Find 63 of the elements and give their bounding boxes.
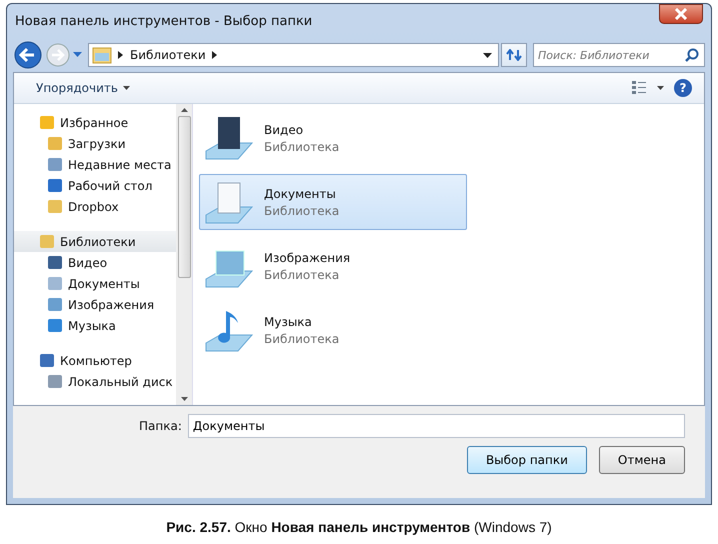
sidebar-item[interactable]: Библиотеки (14, 231, 176, 252)
sidebar-label: Локальный диск (68, 374, 173, 388)
sidebar-item[interactable]: Dropbox (14, 196, 176, 217)
sidebar-item[interactable]: Загрузки (14, 133, 176, 154)
sidebar-label: Рабочий стол (68, 178, 152, 192)
library-type: Библиотека (264, 204, 340, 218)
view-options-icon[interactable] (631, 80, 647, 96)
sidebar-label: Музыка (68, 318, 116, 332)
sidebar-item[interactable]: Рабочий стол (14, 175, 176, 196)
sidebar-label: Компьютер (60, 354, 132, 368)
sidebar-item[interactable]: Изображения (14, 294, 176, 315)
dropdown-icon[interactable] (657, 86, 664, 90)
sidebar-label: Изображения (68, 298, 154, 312)
close-button[interactable] (659, 4, 703, 24)
sidebar-label: Загрузки (68, 136, 126, 150)
scroll-up-icon[interactable] (180, 108, 188, 112)
library-name: Музыка (264, 314, 313, 328)
help-button[interactable]: ? (674, 79, 692, 97)
library-type: Библиотека (264, 268, 340, 282)
sidebar-label: Dropbox (68, 200, 119, 214)
close-icon (674, 8, 688, 20)
library-name: Изображения (264, 250, 350, 264)
sidebar-label: Избранное (60, 116, 128, 130)
library-name: Видео (264, 122, 304, 136)
dropdown-icon[interactable] (483, 52, 492, 58)
video-library-icon (204, 115, 254, 161)
search-field[interactable]: Поиск: Библиотеки (533, 43, 705, 67)
library-type: Библиотека (264, 332, 340, 346)
sidebar-label: Видео (68, 256, 108, 270)
library-item[interactable]: Документы Библиотека (199, 174, 467, 230)
library-item[interactable]: Видео Библиотека (199, 110, 467, 166)
dialog-button[interactable]: Выбор папки (466, 446, 587, 474)
sidebar-item[interactable]: Компьютер (14, 350, 176, 371)
scrollbar[interactable] (176, 104, 192, 405)
folder-label: Папка: (139, 419, 182, 433)
chevron-icon (212, 51, 218, 59)
sidebar-item[interactable]: Недавние места (14, 154, 176, 175)
dialog-button[interactable]: Отмена (598, 446, 685, 474)
sidebar-item[interactable]: Музыка (14, 315, 176, 336)
back-icon[interactable] (13, 40, 43, 70)
folder-name-field[interactable]: Документы (188, 414, 685, 438)
library-name: Документы (264, 186, 337, 200)
organize-menu-button[interactable]: Упорядочить (30, 79, 136, 97)
refresh-button[interactable] (501, 43, 527, 67)
sidebar-label: Документы (68, 276, 140, 290)
window-title: Новая панель инструментов - Выбор папки (15, 14, 314, 28)
search-icon (685, 48, 699, 62)
library-item[interactable]: Изображения Библиотека (199, 238, 467, 294)
sidebar-label: Библиотеки (60, 234, 136, 248)
refresh-arrows-icon (506, 49, 522, 61)
sidebar-item[interactable]: Избранное (14, 112, 176, 133)
library-item[interactable]: Музыка Библиотека (199, 302, 467, 358)
scroll-down-icon[interactable] (180, 397, 188, 401)
caret-icon (122, 86, 130, 90)
address-field[interactable]: Библиотеки (88, 43, 499, 67)
library-type: Библиотека (264, 140, 340, 154)
figure-caption: Рис. 2.57. Окно Новая панель инструментов (Windows 7) (166, 519, 552, 535)
chevron-icon (118, 51, 124, 59)
sidebar-label: Недавние места (68, 158, 172, 172)
breadcrumb[interactable]: Библиотеки (130, 48, 206, 62)
sidebar-item[interactable]: Видео (14, 252, 176, 273)
sidebar-item[interactable]: Документы (14, 273, 176, 294)
sidebar-item[interactable]: Локальный диск (14, 371, 176, 392)
